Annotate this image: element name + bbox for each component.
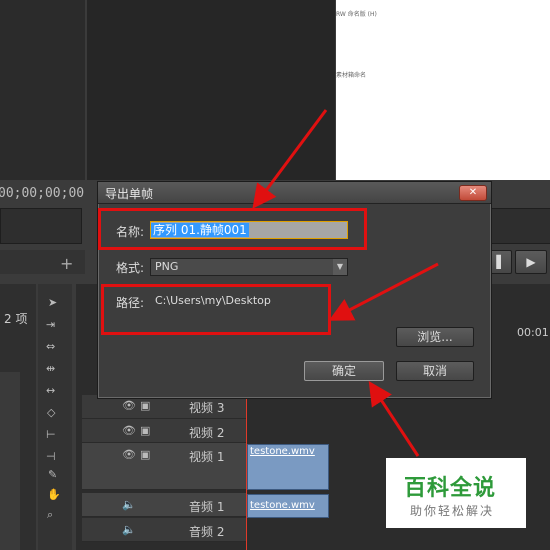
source-timecode: 00;00;00;00 xyxy=(0,186,85,201)
rate-stretch-tool-icon[interactable]: ↔ xyxy=(46,384,55,397)
slip-tool-icon[interactable]: ⊢ xyxy=(46,428,56,441)
program-scrubber[interactable] xyxy=(490,208,550,244)
speaker-icon[interactable]: 🔈 xyxy=(122,523,136,536)
video2-label: 视频 2 xyxy=(189,426,225,440)
items-count: 2 项 xyxy=(4,312,28,326)
source-scrubber[interactable] xyxy=(0,208,82,244)
video3-label: 视频 3 xyxy=(189,401,225,415)
close-button[interactable]: ✕ xyxy=(459,185,487,201)
film-icon: ▣ xyxy=(140,424,151,437)
add-icon[interactable]: + xyxy=(60,254,73,273)
film-icon: ▣ xyxy=(140,399,151,412)
video-clip-label: testone.wmv xyxy=(250,446,315,457)
audio2-label: 音频 2 xyxy=(189,525,225,539)
dialog-titlebar[interactable]: 导出单帧 ✕ xyxy=(98,182,491,204)
film-icon: ▣ xyxy=(140,448,151,461)
document-preview xyxy=(336,0,550,180)
audio-clip-label: testone.wmv xyxy=(250,500,315,511)
cancel-button[interactable]: 取消 xyxy=(396,361,474,381)
preview-text-2: 素材箱命名 xyxy=(336,72,367,79)
video1-label: 视频 1 xyxy=(189,450,225,464)
program-monitor-panel xyxy=(87,0,335,180)
hand-tool-icon[interactable]: ✋ xyxy=(47,488,61,501)
slide-tool-icon[interactable]: ⊣ xyxy=(46,450,56,463)
name-highlight-box xyxy=(98,208,367,250)
ripple-edit-tool-icon[interactable]: ⇔ xyxy=(46,340,55,353)
eye-icon[interactable]: 👁 xyxy=(122,399,136,412)
watermark-logo: 百科全说 助你轻松解决 xyxy=(386,458,526,528)
ok-button[interactable]: 确定 xyxy=(304,361,384,381)
razor-tool-icon[interactable]: ◇ xyxy=(47,406,55,419)
playhead[interactable] xyxy=(246,395,247,550)
path-highlight-box xyxy=(101,284,331,335)
speaker-icon[interactable]: 🔈 xyxy=(122,498,136,511)
timeline-time-ruler: 00:01:0 xyxy=(517,326,550,339)
zoom-tool-icon[interactable]: ⌕ xyxy=(47,508,53,522)
browse-button[interactable]: 浏览... xyxy=(396,327,474,347)
watermark-title: 百科全说 xyxy=(404,476,497,501)
rolling-edit-tool-icon[interactable]: ⇹ xyxy=(46,362,55,375)
audio1-label: 音频 1 xyxy=(189,500,225,514)
eye-icon[interactable]: 👁 xyxy=(122,448,136,461)
track-select-tool-icon[interactable]: ⇥ xyxy=(46,318,55,331)
eye-icon[interactable]: 👁 xyxy=(122,424,136,437)
step-button[interactable]: ▌ xyxy=(490,250,512,274)
format-value: PNG xyxy=(155,260,179,273)
dialog-title: 导出单帧 xyxy=(105,187,154,201)
project-list xyxy=(0,372,20,550)
format-select[interactable]: PNG ▼ xyxy=(150,258,348,276)
format-label: 格式: xyxy=(116,261,145,275)
preview-text-1: RW 命名版 (H) xyxy=(336,11,377,18)
play-button[interactable]: ▶ xyxy=(515,250,547,274)
watermark-subtitle: 助你轻松解决 xyxy=(410,504,495,518)
pen-tool-icon[interactable]: ✎ xyxy=(48,468,57,481)
chevron-down-icon[interactable]: ▼ xyxy=(333,259,347,275)
selection-tool-icon[interactable]: ➤ xyxy=(48,296,57,309)
source-monitor-panel xyxy=(0,0,85,180)
